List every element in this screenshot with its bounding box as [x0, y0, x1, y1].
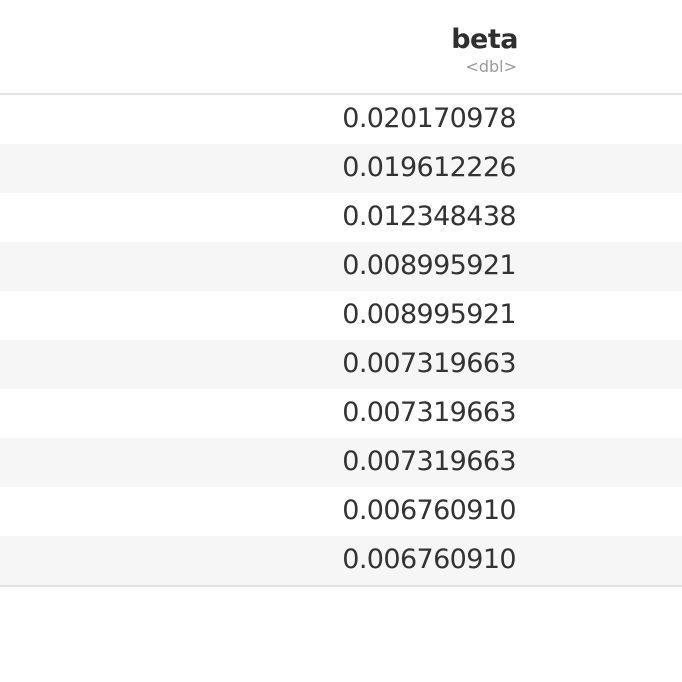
- table-cell-beta: 0.007319663: [342, 446, 516, 477]
- table-row: 0.008995921: [0, 242, 682, 291]
- table-cell-beta: 0.020170978: [342, 103, 516, 134]
- table-row: 0.007319663: [0, 389, 682, 438]
- table-cell-beta: 0.006760910: [342, 495, 516, 526]
- table-body: 0.020170978 0.019612226 0.012348438 0.00…: [0, 95, 682, 587]
- table-cell-beta: 0.008995921: [342, 299, 516, 330]
- table-row: 0.006760910: [0, 536, 682, 585]
- table-row: 0.007319663: [0, 438, 682, 487]
- table-cell-beta: 0.007319663: [342, 397, 516, 428]
- table-cell-beta: 0.007319663: [342, 348, 516, 379]
- table-row: 0.019612226: [0, 144, 682, 193]
- column-header-beta[interactable]: beta: [451, 24, 518, 55]
- table-cell-beta: 0.019612226: [342, 152, 516, 183]
- table-header: beta <dbl>: [0, 0, 682, 95]
- table-row: 0.007319663: [0, 340, 682, 389]
- table-row: 0.006760910: [0, 487, 682, 536]
- table-cell-beta: 0.006760910: [342, 544, 516, 575]
- column-type-label: <dbl>: [465, 57, 517, 76]
- table-cell-beta: 0.008995921: [342, 250, 516, 281]
- table-row: 0.012348438: [0, 193, 682, 242]
- table-row: 0.020170978: [0, 95, 682, 144]
- table-row: 0.008995921: [0, 291, 682, 340]
- table-cell-beta: 0.012348438: [342, 201, 516, 232]
- data-table: beta <dbl> 0.020170978 0.019612226 0.012…: [0, 0, 682, 587]
